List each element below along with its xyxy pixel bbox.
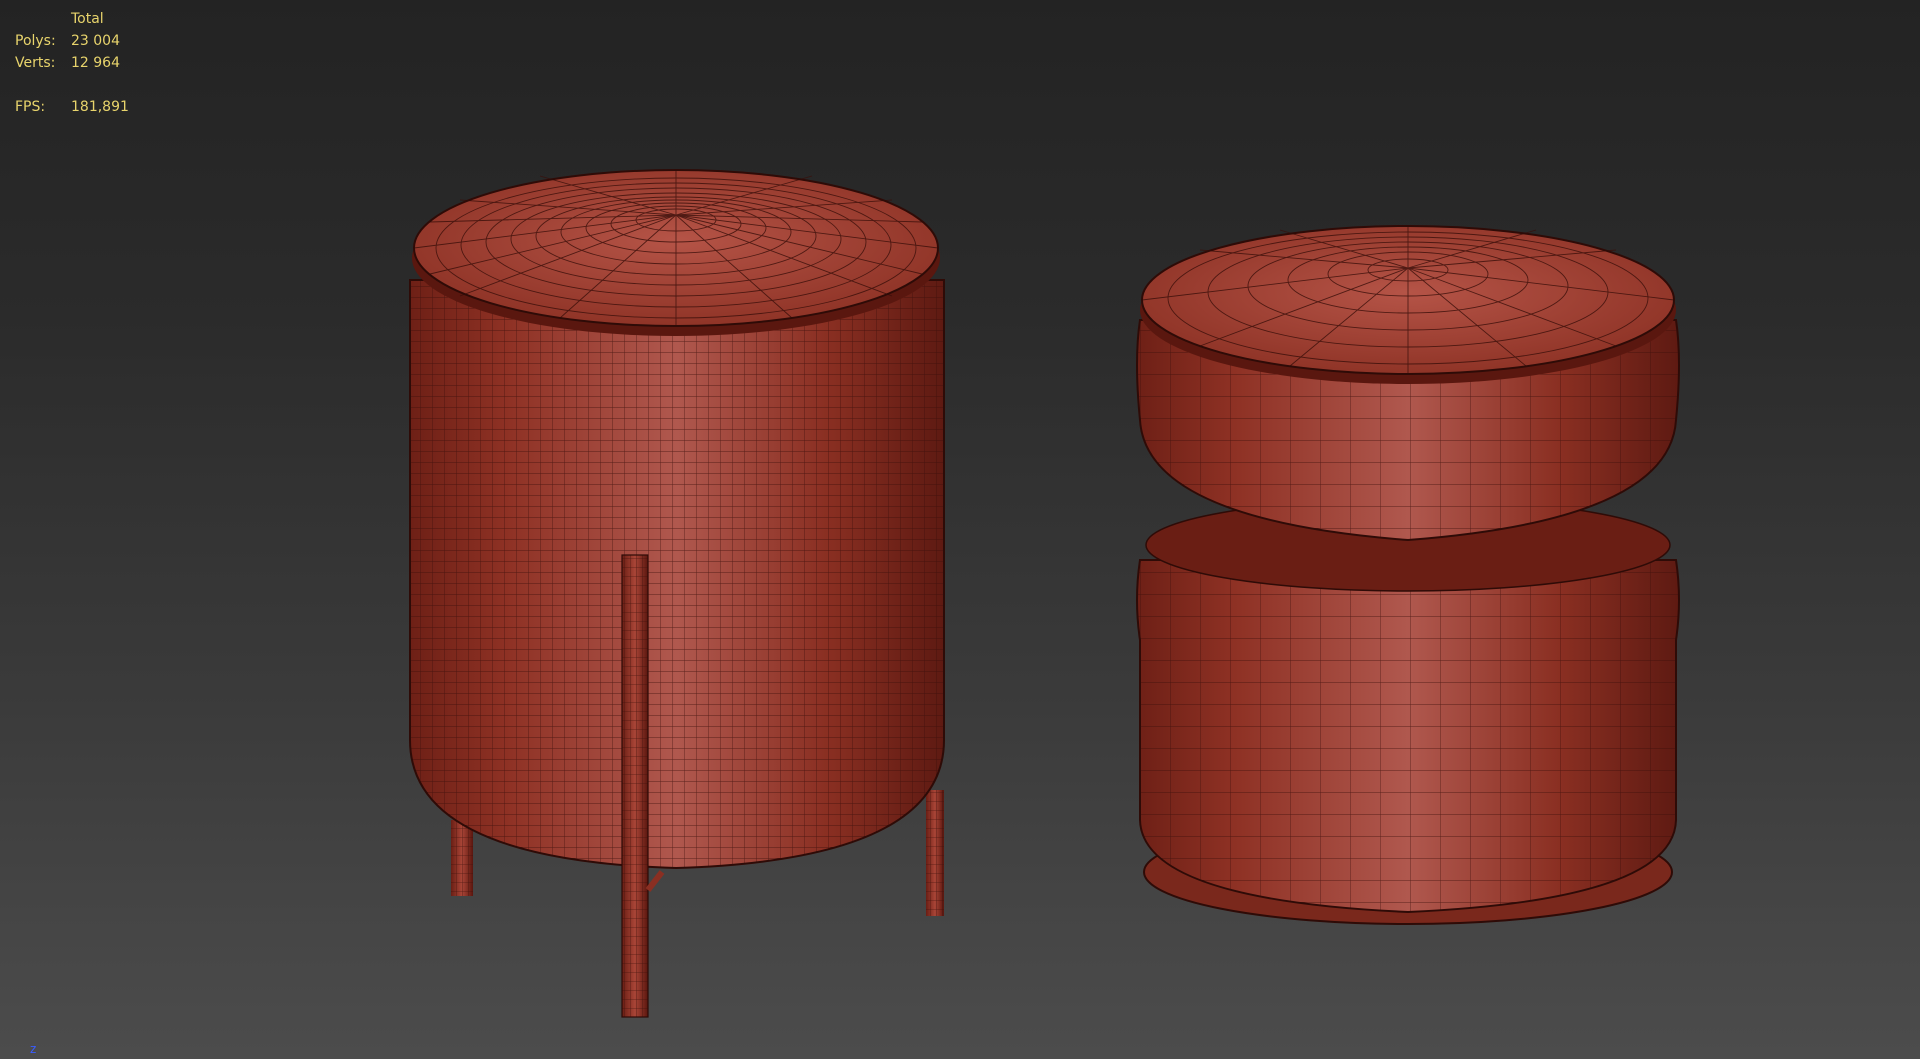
scene-render	[409, 169, 1680, 1018]
axis-indicator-z: z	[30, 1042, 37, 1056]
ottoman-right-model	[1136, 225, 1680, 925]
ottoman-left-model	[409, 169, 945, 1018]
3d-viewport[interactable]: Total Polys: 23 004 Verts: 12 964 FPS: 1…	[0, 0, 1920, 1059]
